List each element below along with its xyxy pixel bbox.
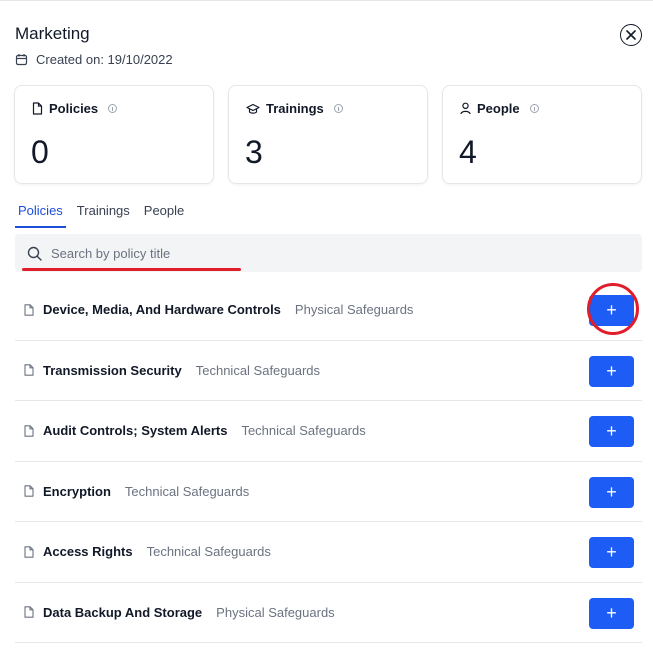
policy-name: Device, Media, And Hardware Controls [43,302,281,318]
search-bar [15,234,642,272]
list-item: Device, Media, And Hardware Controls Phy… [15,280,642,341]
created-date: Created on: 19/10/2022 [15,52,173,67]
tab-bar: Policies Trainings People [15,200,195,230]
calendar-icon [15,54,28,66]
stat-card-people: People 4 [442,85,642,184]
tab-policies[interactable]: Policies [15,200,66,228]
policy-category: Technical Safeguards [146,544,271,560]
tab-people[interactable]: People [141,200,187,228]
policy-category: Technical Safeguards [195,362,321,378]
policy-category: Technical Safeguards [241,423,366,439]
policy-name: Audit Controls; System Alerts [43,423,228,439]
add-policy-button[interactable]: + [589,476,634,508]
document-icon [24,606,34,618]
policy-category: Technical Safeguards [124,483,250,499]
document-icon [24,304,34,316]
policy-name: Data Backup And Storage [43,604,203,620]
stat-value: 3 [245,134,263,170]
list-item: Data Backup And Storage Physical Safegua… [15,583,642,643]
close-button[interactable] [620,24,642,46]
list-item: Audit Controls; System Alerts Technical … [15,401,642,462]
document-icon [24,485,34,497]
document-icon [32,102,43,115]
add-policy-button[interactable]: + [589,355,634,387]
info-icon[interactable] [333,104,343,113]
policy-name: Encryption [43,483,111,499]
list-item: Transmission Security Technical Safeguar… [15,341,642,401]
list-item: Access Rights Technical Safeguards + [15,522,642,583]
info-icon[interactable] [529,104,539,113]
add-policy-button[interactable]: + [589,295,634,326]
person-icon [460,102,471,115]
policy-category: Physical Safeguards [294,302,414,318]
top-divider [0,0,653,1]
document-icon [24,546,34,558]
stat-label: Trainings [266,101,324,116]
policy-category: Physical Safeguards [216,604,335,620]
stat-label: Policies [49,101,99,116]
stat-value: 0 [31,134,49,170]
graduation-cap-icon [246,103,260,114]
add-policy-button[interactable]: + [589,537,634,568]
stat-card-trainings: Trainings 3 [228,85,428,184]
info-icon[interactable] [108,104,118,113]
add-policy-button[interactable]: + [589,416,634,447]
add-policy-button[interactable]: + [589,597,634,629]
search-icon [27,246,42,261]
stat-card-policies: Policies 0 [14,85,214,184]
policy-list: Device, Media, And Hardware Controls Phy… [15,280,642,643]
policy-name: Transmission Security [43,362,182,378]
page-title: Marketing [15,24,90,43]
policy-name: Access Rights [43,544,133,560]
annotation-underline [22,268,241,271]
search-input[interactable] [51,245,611,261]
document-icon [24,425,34,437]
close-icon [626,30,636,40]
stat-label: People [477,101,520,116]
tab-trainings[interactable]: Trainings [74,200,133,228]
stat-value: 4 [459,134,477,170]
list-item: Encryption Technical Safeguards + [15,462,642,522]
created-label: Created on: 19/10/2022 [36,52,173,67]
document-icon [24,364,34,376]
